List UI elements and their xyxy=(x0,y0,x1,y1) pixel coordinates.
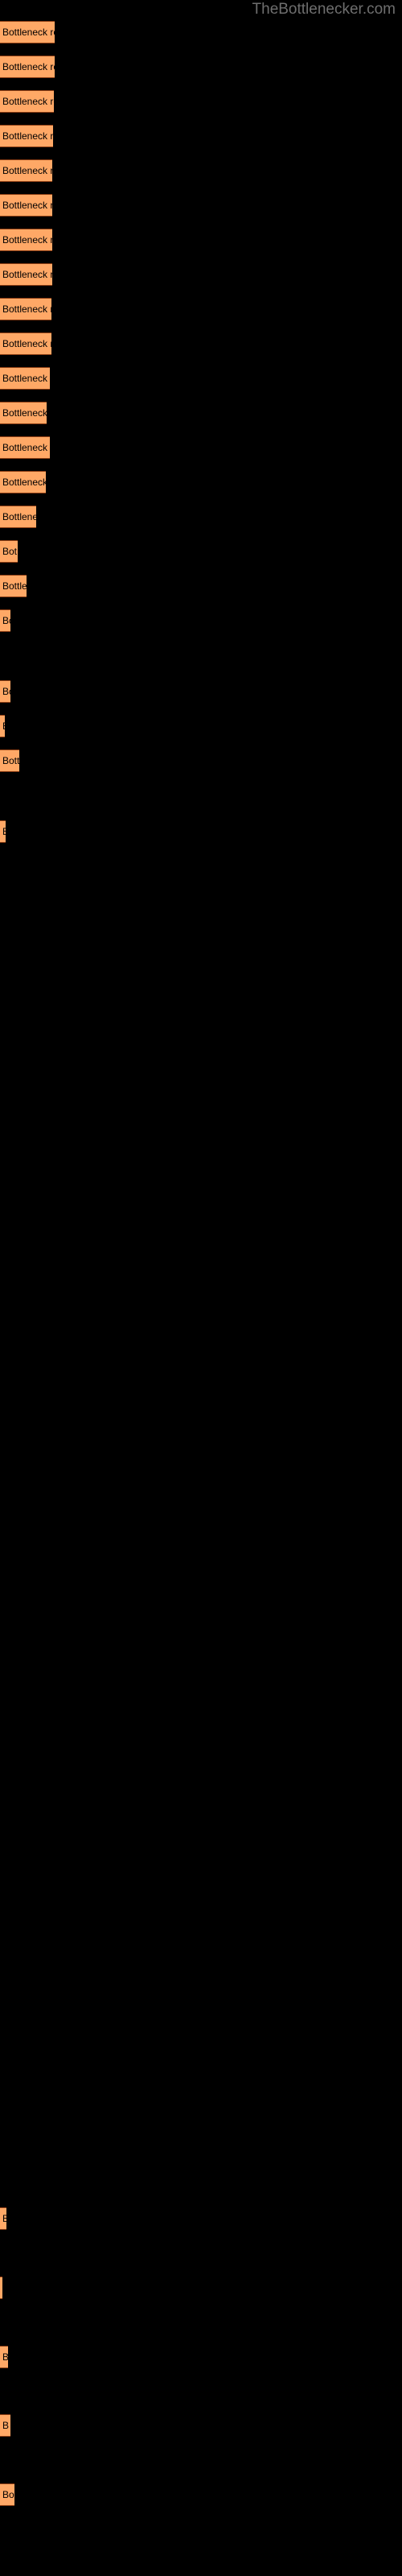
bar-2: Bottleneck result xyxy=(0,56,55,78)
bar-label: B xyxy=(2,2214,6,2223)
bar-label: Bottleneck xyxy=(2,511,36,522)
bar-label: Bottleneck res xyxy=(2,442,50,453)
bar-label: B xyxy=(2,827,6,836)
bar-27: Bo xyxy=(0,2483,14,2506)
bar-label: B xyxy=(2,721,5,731)
bar-label: Bottleneck resu xyxy=(2,165,52,176)
bar-22: B xyxy=(0,820,6,843)
bar-18: Bo xyxy=(0,609,10,632)
bar-17: Bottlen xyxy=(0,575,27,597)
bar-24 xyxy=(0,2277,2,2299)
bottleneck-bar-chart: TheBottlenecker.com Bottleneck resultBot… xyxy=(0,0,402,2576)
bar-label: Bottleneck resu xyxy=(2,130,53,142)
bar-label: Bo xyxy=(2,686,10,697)
bar-10: Bottleneck resu xyxy=(0,332,51,355)
bar-23: B xyxy=(0,2207,6,2230)
bar-6: Bottleneck resu xyxy=(0,194,52,217)
bar-4: Bottleneck resu xyxy=(0,125,53,147)
bar-3: Bottleneck result xyxy=(0,90,54,113)
bar-11: Bottleneck res xyxy=(0,367,50,390)
bar-label: Bottleneck resu xyxy=(2,200,52,211)
bar-label: Bottleneck result xyxy=(2,27,55,38)
bar-label: Bottlen xyxy=(2,580,27,592)
bar-26: B xyxy=(0,2414,10,2437)
bar-16: Bot xyxy=(0,540,18,563)
bar-label: Bottleneck resu xyxy=(2,269,52,280)
bar-label: B xyxy=(2,2352,8,2362)
bar-label: Bottleneck res xyxy=(2,373,50,384)
bar-21: Bott xyxy=(0,749,19,772)
bar-5: Bottleneck resu xyxy=(0,159,52,182)
bar-label: Bottleneck resu xyxy=(2,338,51,349)
bar-label: Bottleneck resu xyxy=(2,303,51,315)
bar-7: Bottleneck resu xyxy=(0,229,52,251)
bar-13: Bottleneck res xyxy=(0,436,50,459)
bar-label: Bo xyxy=(2,2489,14,2500)
bar-12: Bottleneck re xyxy=(0,402,47,424)
bar-label: Bot xyxy=(2,546,18,557)
bar-9: Bottleneck resu xyxy=(0,298,51,320)
bar-label: Bottleneck re xyxy=(2,407,47,419)
bar-20: B xyxy=(0,715,5,737)
bar-label: Bottleneck result xyxy=(2,61,55,72)
bar-label: Bott xyxy=(2,755,19,766)
bar-14: Bottleneck re xyxy=(0,471,46,493)
bar-19: Bo xyxy=(0,680,10,703)
bar-label: Bo xyxy=(2,615,10,626)
bar-8: Bottleneck resu xyxy=(0,263,52,286)
bars-layer: Bottleneck result Bottleneck result Bottle… xyxy=(0,0,402,2576)
bar-15: Bottleneck xyxy=(0,506,36,528)
bar-25: B xyxy=(0,2346,8,2368)
bar-label: B xyxy=(2,2420,10,2431)
bar-label: Bottleneck resu xyxy=(2,234,52,246)
bar-label: Bottleneck re xyxy=(2,477,46,488)
bar-label: Bottleneck result xyxy=(2,96,54,107)
bar-1: Bottleneck result xyxy=(0,21,55,43)
